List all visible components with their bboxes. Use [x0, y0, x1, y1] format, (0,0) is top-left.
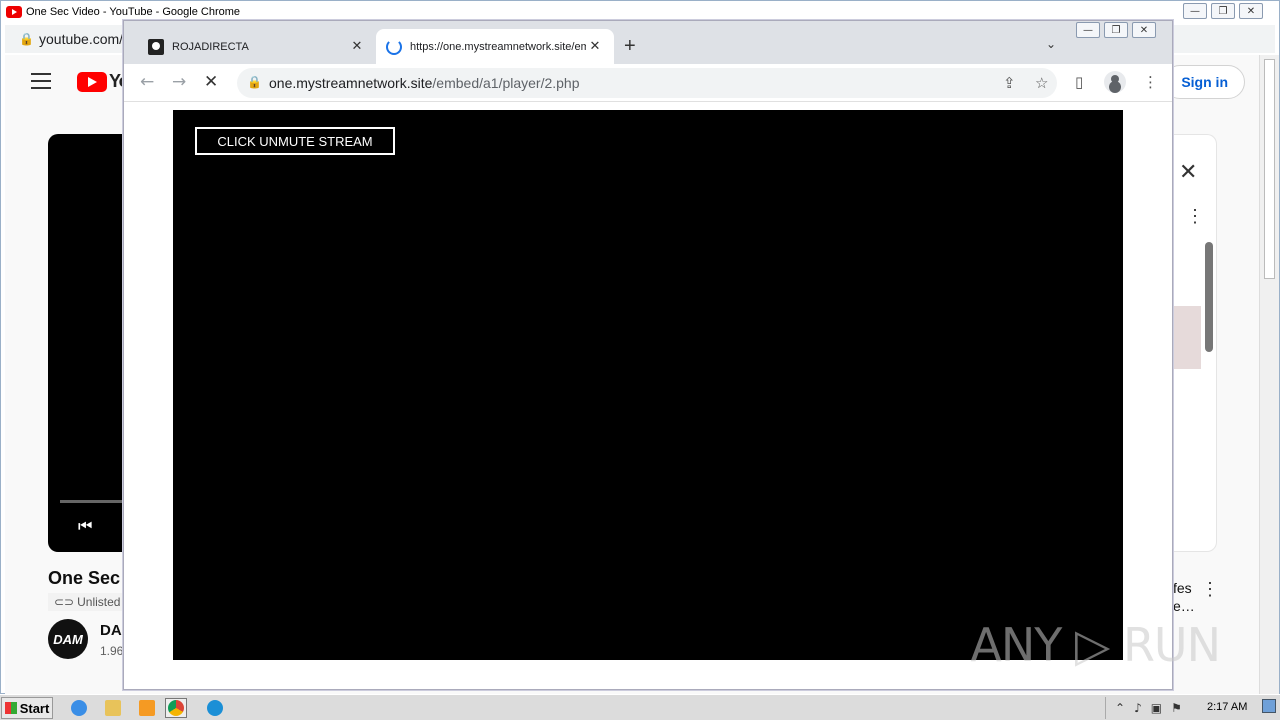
url-path: /embed/a1/player/2.php	[432, 75, 580, 91]
bg-minimize-button[interactable]: —	[1183, 3, 1207, 19]
anyrun-watermark: ANY ▷ RUN	[970, 618, 1221, 672]
tab-stream-player[interactable]: https://one.mystreamnetwork.site/embed/a…	[376, 29, 614, 64]
tray-expand-icon[interactable]: ⌃	[1115, 701, 1125, 715]
new-tab-icon[interactable]: +	[624, 35, 636, 58]
network-icon[interactable]: ▣	[1151, 701, 1162, 715]
show-desktop-button[interactable]	[1262, 699, 1276, 713]
unlisted-label: Unlisted	[77, 595, 121, 609]
bg-video-title: One Sec	[48, 568, 121, 588]
profile-avatar-icon[interactable]	[1104, 71, 1126, 93]
bookmark-star-icon[interactable]: ☆	[1035, 74, 1048, 92]
edge-icon[interactable]	[204, 698, 226, 718]
rojadirecta-favicon-icon	[148, 38, 164, 55]
popup-chrome-window: — ❐ ✕ ROJADIRECTA ✕ https://one.mystream…	[123, 20, 1173, 690]
sign-in-label: Sign in	[1181, 74, 1228, 90]
tab-close-icon[interactable]: ✕	[586, 39, 604, 54]
suggestion-more-icon[interactable]: ⋮	[1201, 579, 1219, 600]
unmute-stream-button[interactable]: CLICK UNMUTE STREAM	[195, 127, 395, 155]
tab-search-icon[interactable]: ⌄	[1046, 37, 1056, 51]
subscriber-count: 1.96	[100, 644, 124, 658]
page-content: CLICK UNMUTE STREAM	[124, 103, 1172, 689]
channel-avatar[interactable]: DAM	[48, 619, 88, 659]
tab-rojadirecta[interactable]: ROJADIRECTA ✕	[138, 29, 376, 64]
start-button[interactable]: Start	[1, 697, 53, 719]
taskbar-clock[interactable]: 2:17 AM	[1207, 701, 1247, 713]
bg-url-text: youtube.com/	[39, 31, 124, 47]
channel-name[interactable]: DA	[100, 622, 122, 639]
tab-close-icon[interactable]: ✕	[348, 39, 366, 54]
bg-window-controls: — ❐ ✕	[1183, 3, 1263, 19]
bg-page-scrollbar[interactable]	[1259, 55, 1279, 695]
action-center-flag-icon[interactable]: ⚑	[1171, 701, 1182, 715]
panel-close-icon[interactable]: ✕	[1179, 159, 1197, 185]
panel-more-icon[interactable]: ⋮	[1186, 206, 1204, 227]
side-panel-icon[interactable]: ▯	[1075, 73, 1083, 91]
ie-icon[interactable]	[68, 698, 90, 718]
stream-player[interactable]: CLICK UNMUTE STREAM	[173, 110, 1123, 660]
system-tray: ⌃ ♪ ▣ ⚑	[1105, 697, 1280, 719]
url-text[interactable]: one.mystreamnetwork.site/embed/a1/player…	[269, 75, 580, 91]
fg-close-button[interactable]: ✕	[1132, 22, 1156, 38]
windows-taskbar: Start ⌃ ♪ ▣ ⚑ 2:17 AM	[0, 694, 1280, 720]
suggestion-thumbnail[interactable]	[1173, 306, 1201, 369]
lock-icon[interactable]: 🔒	[247, 75, 262, 89]
link-icon: ⊂⊃	[54, 595, 75, 609]
sign-in-button[interactable]: Sign in	[1163, 65, 1245, 99]
back-icon[interactable]: ←	[140, 72, 154, 92]
media-player-icon[interactable]	[136, 698, 158, 718]
suggestion-title[interactable]: fes e…	[1173, 579, 1195, 615]
fg-maximize-button[interactable]: ❐	[1104, 22, 1128, 38]
bg-lock-icon: 🔒	[19, 32, 34, 46]
windows-flag-icon	[4, 702, 17, 714]
bg-close-button[interactable]: ✕	[1239, 3, 1263, 19]
youtube-favicon-icon	[6, 6, 22, 18]
chrome-menu-icon[interactable]: ⋮	[1143, 73, 1158, 91]
fg-minimize-button[interactable]: —	[1076, 22, 1100, 38]
unlisted-badge: ⊂⊃ Unlisted	[48, 593, 127, 611]
bg-maximize-button[interactable]: ❐	[1211, 3, 1235, 19]
panel-scrollbar[interactable]	[1205, 242, 1213, 352]
chrome-taskbar-icon[interactable]	[165, 698, 187, 718]
fg-window-controls: — ❐ ✕	[1076, 22, 1156, 38]
stop-loading-icon[interactable]: ✕	[204, 72, 218, 92]
forward-icon[interactable]: →	[172, 72, 186, 92]
youtube-logo-icon[interactable]	[77, 72, 107, 92]
previous-icon[interactable]: ⏮	[78, 518, 92, 536]
tab-strip: ROJADIRECTA ✕ https://one.mystreamnetwor…	[124, 21, 1172, 64]
bg-window-title: One Sec Video - YouTube - Google Chrome	[26, 6, 241, 18]
bg-scroll-thumb[interactable]	[1264, 59, 1275, 279]
url-domain: one.mystreamnetwork.site	[269, 75, 433, 91]
hamburger-menu-icon[interactable]	[31, 73, 51, 94]
tab-label: ROJADIRECTA	[172, 40, 249, 53]
browser-toolbar: ← → ✕ 🔒 one.mystreamnetwork.site/embed/a…	[124, 64, 1172, 102]
folder-icon[interactable]	[102, 698, 124, 718]
volume-icon[interactable]: ♪	[1134, 701, 1142, 715]
address-bar[interactable]: 🔒 one.mystreamnetwork.site/embed/a1/play…	[237, 68, 1057, 98]
start-label: Start	[19, 700, 50, 716]
loading-spinner-icon	[386, 38, 402, 55]
tab-label: https://one.mystreamnetwork.site/embed/a…	[410, 40, 586, 53]
share-icon[interactable]: ⇪	[1003, 74, 1016, 92]
